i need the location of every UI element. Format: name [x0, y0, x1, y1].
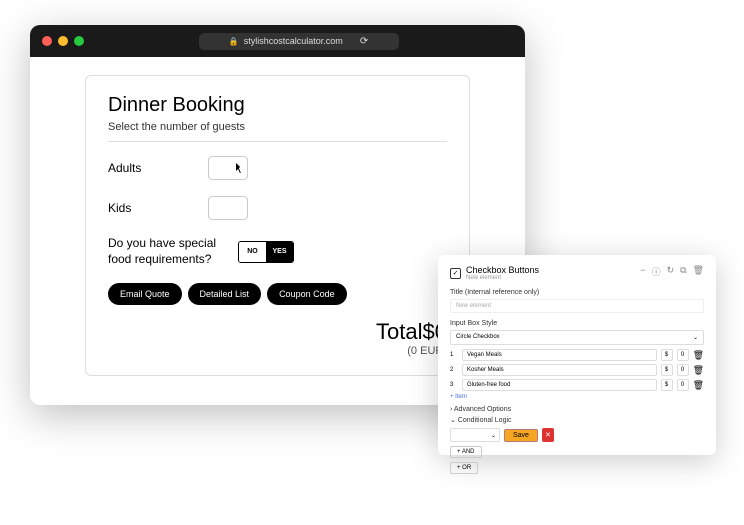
- style-select-value: Circle Checkbox: [456, 334, 500, 341]
- checkbox-icon: ✓: [450, 268, 461, 279]
- option-row: 1 Vegan Meals $0 🗑: [450, 349, 704, 361]
- option-row: 2 Kosher Meals $0 🗑: [450, 364, 704, 376]
- lock-icon: 🔒: [229, 37, 239, 46]
- panel-title: Checkbox Buttons: [466, 265, 539, 275]
- option-currency[interactable]: $: [661, 364, 673, 376]
- config-panel: ✓ Checkbox Buttons New element − ⓘ ↻ ⧉ 🗑…: [438, 255, 716, 455]
- title-bar: 🔒 stylishcostcalculator.com ⟳: [30, 25, 525, 57]
- and-button[interactable]: + AND: [450, 446, 482, 458]
- url-wrap: 🔒 stylishcostcalculator.com ⟳: [84, 33, 513, 50]
- toggle-yes[interactable]: YES: [266, 242, 293, 262]
- option-currency[interactable]: $: [661, 379, 673, 391]
- traffic-lights: [42, 36, 84, 46]
- option-row: 3 Gluten-free food $0 🗑: [450, 379, 704, 391]
- option-index: 1: [450, 352, 458, 358]
- row-adults: Adults: [108, 156, 447, 180]
- option-index: 2: [450, 367, 458, 373]
- option-value-input[interactable]: 0: [677, 364, 689, 376]
- trash-icon[interactable]: 🗑: [693, 380, 704, 391]
- option-name-input[interactable]: Kosher Meals: [462, 364, 657, 376]
- title-field-input[interactable]: New element: [450, 299, 704, 313]
- style-select[interactable]: Circle Checkbox ⌄: [450, 330, 704, 345]
- add-item-link[interactable]: + Item: [450, 394, 704, 400]
- delete-condition-button[interactable]: ✕: [542, 428, 554, 442]
- delete-icon[interactable]: 🗑: [693, 265, 704, 278]
- total-label: Total: [376, 319, 422, 344]
- condition-row: ⌄ Save ✕: [450, 428, 704, 442]
- calculator-title: Dinner Booking: [108, 94, 447, 117]
- style-label: Input Box Style: [450, 320, 704, 327]
- option-name-input[interactable]: Vegan Meals: [462, 349, 657, 361]
- input-adults[interactable]: [208, 156, 248, 180]
- row-kids: Kids: [108, 196, 447, 220]
- panel-header: ✓ Checkbox Buttons New element − ⓘ ↻ ⧉ 🗑: [450, 265, 704, 281]
- action-buttons: Email Quote Detailed List Coupon Code: [108, 283, 447, 305]
- reload-icon[interactable]: ⟳: [360, 36, 368, 47]
- panel-subtitle: New element: [466, 275, 539, 281]
- option-currency[interactable]: $: [661, 349, 673, 361]
- calculator-card: Dinner Booking Select the number of gues…: [85, 75, 470, 376]
- option-name-input[interactable]: Gluten-free food: [462, 379, 657, 391]
- maximize-button[interactable]: [74, 36, 84, 46]
- btn-email-quote[interactable]: Email Quote: [108, 283, 182, 305]
- toggle-no[interactable]: NO: [239, 242, 266, 262]
- close-button[interactable]: [42, 36, 52, 46]
- btn-coupon-code[interactable]: Coupon Code: [267, 283, 347, 305]
- save-button[interactable]: Save: [504, 429, 538, 442]
- url-bar[interactable]: 🔒 stylishcostcalculator.com ⟳: [199, 33, 399, 50]
- condition-select[interactable]: ⌄: [450, 428, 500, 442]
- row-special: Do you have special food requirements? N…: [108, 236, 447, 267]
- conditional-logic-toggle[interactable]: ⌄ Conditional Logic: [450, 416, 704, 424]
- option-value-input[interactable]: 0: [677, 349, 689, 361]
- sub-total: (0 EUR): [108, 345, 447, 357]
- minimize-button[interactable]: [58, 36, 68, 46]
- panel-actions: − ⓘ ↻ ⧉ 🗑: [640, 265, 704, 278]
- copy-icon[interactable]: ⧉: [680, 265, 686, 278]
- trash-icon[interactable]: 🗑: [693, 350, 704, 361]
- refresh-icon[interactable]: ↻: [667, 265, 675, 278]
- advanced-options-toggle[interactable]: › Advanced Options: [450, 406, 704, 413]
- toggle-special[interactable]: NO YES: [238, 241, 294, 263]
- trash-icon[interactable]: 🗑: [693, 365, 704, 376]
- calculator-subtitle: Select the number of guests: [108, 121, 447, 142]
- label-adults: Adults: [108, 161, 208, 175]
- label-kids: Kids: [108, 201, 208, 215]
- option-index: 3: [450, 382, 458, 388]
- title-field-label: Title (Internal reference only): [450, 289, 704, 296]
- input-kids[interactable]: [208, 196, 248, 220]
- chevron-down-icon: ⌄: [693, 334, 698, 341]
- info-icon[interactable]: ⓘ: [652, 265, 661, 278]
- label-special: Do you have special food requirements?: [108, 236, 238, 267]
- btn-detailed-list[interactable]: Detailed List: [188, 283, 262, 305]
- collapse-icon[interactable]: −: [640, 265, 645, 278]
- option-value-input[interactable]: 0: [677, 379, 689, 391]
- total-row: Total$0: [108, 319, 447, 345]
- or-button[interactable]: + OR: [450, 462, 478, 474]
- url-text: stylishcostcalculator.com: [244, 36, 343, 46]
